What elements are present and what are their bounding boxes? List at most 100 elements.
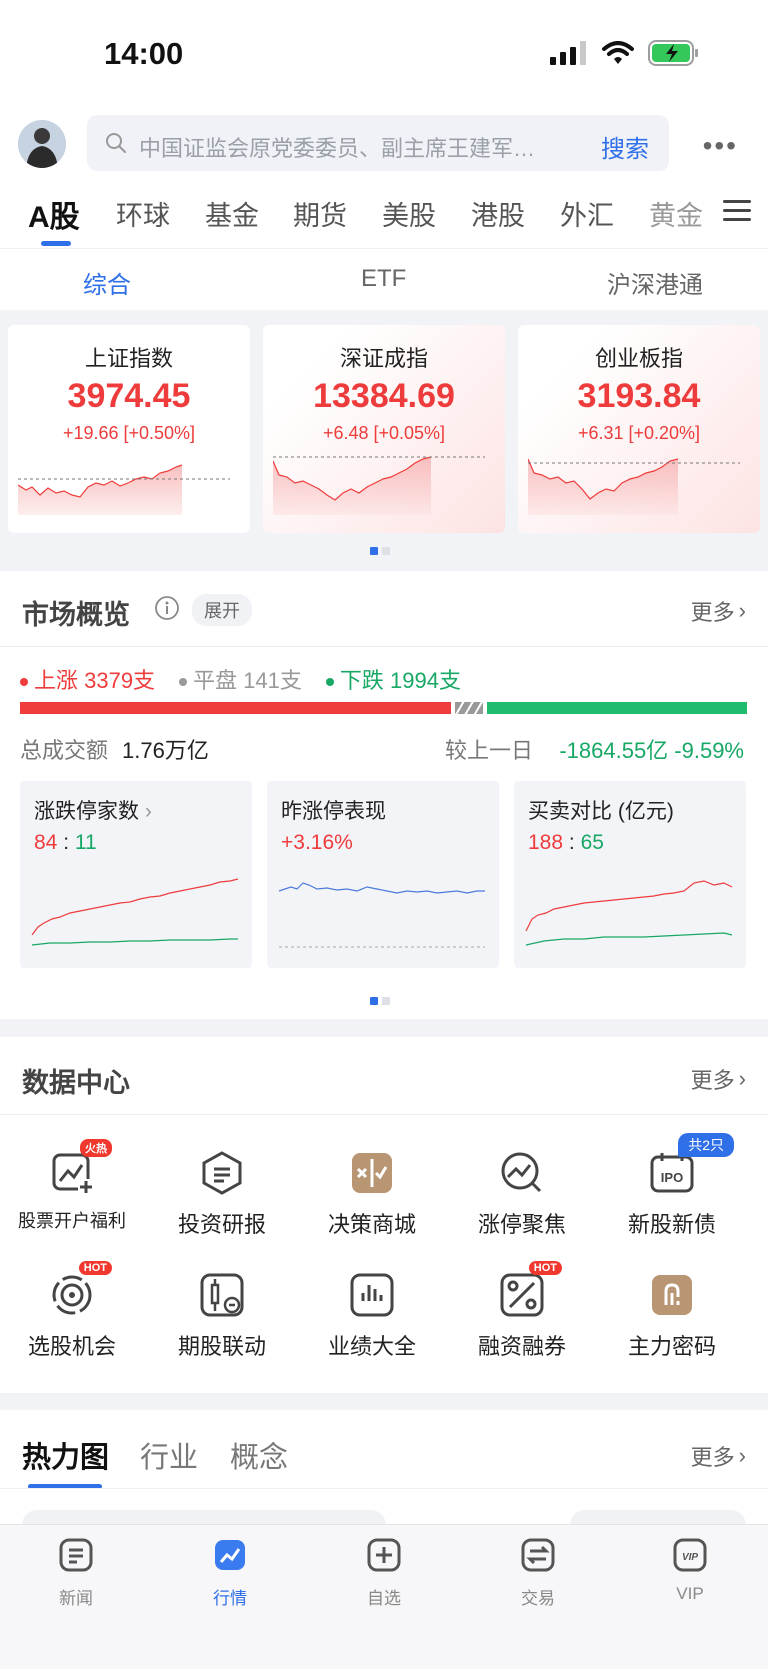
search-button[interactable]: 搜索 bbox=[601, 129, 649, 164]
grid-item-decision-mall[interactable]: 决策商城 bbox=[302, 1149, 442, 1239]
grid-item-stock-picking[interactable]: HOT 选股机会 bbox=[2, 1261, 142, 1361]
tab-connect[interactable]: 沪深港通 bbox=[607, 265, 703, 300]
expand-button[interactable]: 展开 bbox=[192, 594, 252, 626]
sparkline-chart bbox=[18, 464, 230, 515]
nav-market[interactable]: 行情 bbox=[180, 1537, 280, 1609]
index-change: +6.48 [+0.05%] bbox=[322, 423, 446, 443]
grid-item-limit-up-focus[interactable]: 涨停聚焦 bbox=[452, 1149, 592, 1239]
nav-news[interactable]: 新闻 bbox=[26, 1537, 126, 1609]
vip-icon: VIP bbox=[673, 1538, 707, 1572]
market-breadth: 上涨 3379支 平盘 141支 下跌 1994支 bbox=[20, 663, 461, 695]
mini-value: 188 : 65 bbox=[528, 831, 604, 854]
nav-trade[interactable]: 交易 bbox=[488, 1537, 588, 1609]
grid-item-earnings[interactable]: 业绩大全 bbox=[302, 1271, 442, 1361]
tab-overall[interactable]: 综合 bbox=[83, 265, 131, 300]
exchange-icon bbox=[521, 1538, 555, 1572]
tab-industry[interactable]: 行业 bbox=[140, 1434, 198, 1476]
menu-icon[interactable] bbox=[722, 198, 752, 224]
index-value: 3974.45 bbox=[67, 377, 191, 415]
news-icon bbox=[59, 1538, 93, 1572]
limit-count-card[interactable]: 涨跌停家数 › 84 : 11 bbox=[20, 781, 252, 968]
data-center-more-link[interactable]: 更多 › bbox=[691, 1063, 746, 1095]
grid-item-ipo[interactable]: IPO 共2只 新股新债 bbox=[602, 1133, 742, 1239]
nav-label: VIP bbox=[676, 1584, 704, 1603]
grid-item-main-force-code[interactable]: 主力密码 bbox=[602, 1271, 742, 1361]
hot-badge: 火热 bbox=[80, 1139, 112, 1157]
compare-value: -1864.55亿 -9.59% bbox=[559, 738, 744, 763]
chevron-right-icon: › bbox=[738, 1066, 746, 1091]
focus-chart-icon bbox=[501, 1152, 542, 1193]
chevron-right-icon: › bbox=[738, 598, 746, 623]
add-icon bbox=[367, 1538, 401, 1572]
pager-dot-active bbox=[370, 547, 378, 555]
more-label: 更多 bbox=[690, 600, 735, 625]
tab-etf[interactable]: ETF bbox=[361, 265, 406, 293]
breadth-bar-up bbox=[20, 702, 451, 714]
market-tabs: A股 环球 基金 期货 美股 港股 外汇 黄金 bbox=[0, 180, 768, 248]
more-icon[interactable]: ••• bbox=[703, 130, 738, 162]
info-icon[interactable] bbox=[154, 595, 180, 621]
breadth-bar-down bbox=[487, 702, 747, 714]
tab-fund[interactable]: 基金 bbox=[205, 194, 259, 233]
compare-label: 较上一日 bbox=[445, 738, 534, 763]
status-time: 14:00 bbox=[104, 36, 184, 71]
trend-chart bbox=[278, 882, 485, 948]
turnover-label: 总成交额 bbox=[20, 738, 109, 763]
tab-heatmap[interactable]: 热力图 bbox=[22, 1434, 109, 1476]
avatar[interactable] bbox=[18, 120, 66, 168]
svg-text:VIP: VIP bbox=[682, 1552, 698, 1563]
tab-us-stock[interactable]: 美股 bbox=[382, 194, 436, 233]
heatmap-more-link[interactable]: 更多 › bbox=[691, 1440, 746, 1472]
index-card-sh[interactable]: 上证指数 3974.45 +19.66 [+0.50%] bbox=[8, 325, 250, 533]
grid-item-label: 融资融券 bbox=[477, 1334, 566, 1359]
mini-title: 涨跌停家数 › bbox=[34, 800, 152, 823]
bottom-nav: 新闻 行情 自选 交易 VIP VIP bbox=[0, 1524, 768, 1669]
tab-global[interactable]: 环球 bbox=[116, 194, 170, 233]
mini-title: 昨涨停表现 bbox=[281, 800, 386, 823]
index-name: 上证指数 bbox=[84, 346, 173, 371]
grid-item-label: 决策商城 bbox=[327, 1212, 416, 1237]
tab-hk-stock[interactable]: 港股 bbox=[471, 194, 525, 233]
grid-item-margin-trading[interactable]: HOT 融资融券 bbox=[452, 1261, 592, 1361]
sparkline-chart bbox=[528, 458, 740, 515]
breadth-bar-flat bbox=[455, 702, 483, 714]
bar-chart-icon bbox=[350, 1273, 394, 1317]
breadth-flat: 平盘 141支 bbox=[179, 663, 302, 695]
tab-futures[interactable]: 期货 bbox=[293, 194, 347, 233]
grid-item-futures-link[interactable]: 期股联动 bbox=[152, 1271, 292, 1361]
index-cards: 上证指数 3974.45 +19.66 [+0.50%] 深证成指 13384.… bbox=[0, 310, 768, 570]
overview-more-link[interactable]: 更多 › bbox=[691, 595, 746, 627]
nav-watchlist[interactable]: 自选 bbox=[334, 1537, 434, 1609]
tab-a-share[interactable]: A股 bbox=[28, 192, 80, 236]
overview-title: 市场概览 bbox=[22, 600, 130, 630]
tab-concept[interactable]: 概念 bbox=[230, 1434, 288, 1476]
grid-item-research[interactable]: 投资研报 bbox=[152, 1149, 292, 1239]
pager-dot-active bbox=[370, 997, 378, 1005]
nav-vip[interactable]: VIP VIP bbox=[640, 1537, 740, 1604]
buy-sell-ratio-card[interactable]: 买卖对比 (亿元) 188 : 65 bbox=[514, 781, 746, 968]
more-label: 更多 bbox=[690, 1068, 735, 1093]
pager-dot bbox=[382, 547, 390, 555]
carousel-pager bbox=[370, 997, 390, 1005]
search-input[interactable]: 中国证监会原党委委员、副主席王建军… 搜索 bbox=[87, 115, 669, 171]
limit-up-performance-card[interactable]: 昨涨停表现 +3.16% bbox=[267, 781, 499, 968]
mini-value: +3.16% bbox=[281, 831, 353, 854]
hot-badge: HOT bbox=[528, 1261, 562, 1275]
grid-item-account-opening[interactable]: 火热 股票开户福利 bbox=[2, 1139, 142, 1233]
grid-item-label: 主力密码 bbox=[627, 1334, 716, 1359]
tab-gold[interactable]: 黄金 bbox=[649, 194, 703, 233]
index-card-sz[interactable]: 深证成指 13384.69 +6.48 [+0.05%] bbox=[263, 325, 505, 533]
data-center: 数据中心 更多 › 火热 股票开户福利 投资研报 决策商城 涨停聚焦 IPO 共… bbox=[0, 1037, 768, 1393]
index-name: 深证成指 bbox=[339, 346, 428, 371]
active-tab-indicator bbox=[41, 241, 71, 246]
search-placeholder: 中国证监会原党委委员、副主席王建军… bbox=[139, 136, 536, 161]
index-change: +6.31 [+0.20%] bbox=[577, 423, 701, 443]
tab-forex[interactable]: 外汇 bbox=[560, 194, 614, 233]
report-icon bbox=[202, 1151, 242, 1195]
decision-icon bbox=[352, 1153, 392, 1193]
divider bbox=[0, 1488, 768, 1489]
index-card-gem[interactable]: 创业板指 3193.84 +6.31 [+0.20%] bbox=[518, 325, 760, 533]
avatar-image bbox=[18, 120, 66, 168]
hot-badge: HOT bbox=[78, 1261, 112, 1275]
index-value: 13384.69 bbox=[313, 377, 455, 415]
